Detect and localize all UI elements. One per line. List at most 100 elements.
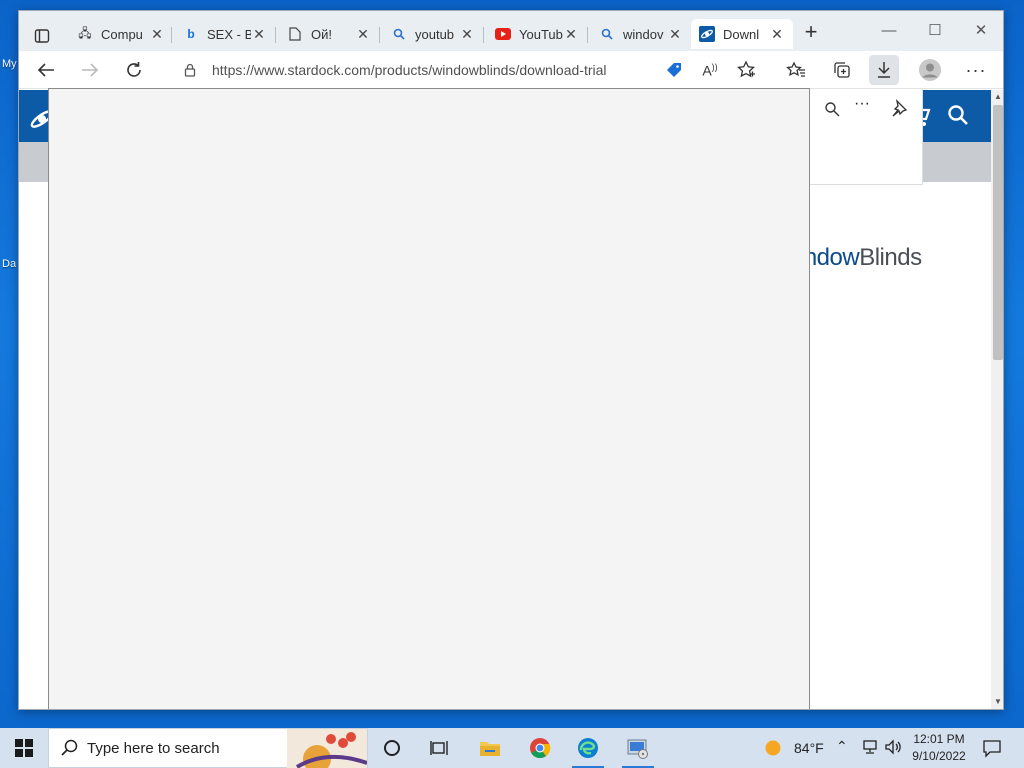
- notification-icon[interactable]: [982, 738, 1002, 758]
- tab-title: SEX - B: [207, 26, 251, 42]
- tab-actions-icon: [34, 29, 50, 43]
- close-tab-icon[interactable]: ✕: [251, 26, 267, 43]
- downloads-button[interactable]: [869, 55, 899, 85]
- youtube-icon: [495, 26, 511, 42]
- edge-icon: [578, 738, 598, 758]
- address-bar[interactable]: https://www.stardock.com/products/window…: [164, 55, 708, 85]
- search-icon: [61, 739, 78, 756]
- setup-app-button[interactable]: [614, 728, 662, 768]
- clock-time: 12:01 PM: [913, 732, 965, 746]
- browser-toolbar: https://www.stardock.com/products/window…: [19, 51, 1003, 89]
- tab-strip: 🖧 Compu ✕ b SEX - B ✕ Ой! ✕ youtub ✕ You…: [19, 11, 1003, 51]
- sun-icon: [765, 740, 781, 756]
- search-icon[interactable]: [824, 101, 840, 117]
- back-icon: [37, 63, 54, 77]
- profile-icon: [919, 59, 941, 81]
- tab-title: youtub: [415, 26, 455, 42]
- windowblinds-logo: indowBlinds: [799, 244, 922, 271]
- tab-download-active[interactable]: Downl ✕: [691, 19, 793, 49]
- collections-icon: [834, 62, 850, 78]
- downloads-panel-header: ···: [809, 89, 923, 185]
- forward-button[interactable]: [75, 55, 105, 85]
- tab-actions-button[interactable]: [27, 21, 57, 51]
- search-placeholder: Type here to search: [87, 739, 220, 757]
- search-icon: [391, 26, 407, 42]
- close-tab-icon[interactable]: ✕: [355, 26, 371, 43]
- close-tab-icon[interactable]: ✕: [563, 26, 579, 43]
- pin-icon[interactable]: [890, 99, 908, 117]
- more-icon: ···: [965, 59, 987, 80]
- downloads-flyout-blank: [48, 88, 810, 709]
- more-icon[interactable]: ···: [854, 95, 870, 113]
- tab-computer[interactable]: 🖧 Compu ✕: [69, 19, 173, 49]
- task-view-button[interactable]: [416, 728, 464, 768]
- downloads-icon: [878, 62, 890, 78]
- close-tab-icon[interactable]: ✕: [769, 26, 785, 43]
- close-window-button[interactable]: ✕: [959, 19, 1003, 43]
- cortana-button[interactable]: [368, 728, 416, 768]
- page-scrollbar[interactable]: ▲ ▼: [991, 90, 1003, 709]
- scroll-thumb[interactable]: [993, 105, 1003, 360]
- new-tab-button[interactable]: +: [799, 21, 823, 45]
- clock-date: 9/10/2022: [912, 749, 966, 763]
- tab-error[interactable]: Ой! ✕: [279, 19, 379, 49]
- maximize-button[interactable]: ☐: [913, 19, 957, 43]
- computer-icon: 🖧: [78, 25, 92, 40]
- volume-icon[interactable]: [884, 739, 902, 755]
- search-highlight-illustration-icon: [287, 729, 367, 768]
- refresh-button[interactable]: [119, 55, 149, 85]
- tag-icon[interactable]: [660, 55, 688, 85]
- collections-button[interactable]: [827, 55, 857, 85]
- forward-icon: [82, 63, 99, 77]
- tab-title: Downl: [723, 26, 760, 42]
- tab-windowblinds-search[interactable]: windov ✕: [591, 19, 691, 49]
- chrome-icon: [530, 738, 551, 759]
- favorites-button[interactable]: [781, 55, 811, 85]
- search-icon: [599, 26, 615, 42]
- task-view-icon: [430, 741, 448, 755]
- profile-button[interactable]: [915, 55, 945, 85]
- minimize-button[interactable]: —: [867, 19, 911, 43]
- close-tab-icon[interactable]: ✕: [149, 26, 165, 43]
- scroll-down-icon[interactable]: ▼: [991, 695, 1003, 709]
- refresh-icon: [127, 62, 141, 77]
- tab-title: windov: [623, 26, 664, 42]
- chevron-up-icon[interactable]: ⌃: [836, 738, 848, 755]
- page-icon: [287, 26, 303, 42]
- file-explorer-button[interactable]: [466, 728, 514, 768]
- system-clock[interactable]: 12:01 PM 9/10/2022: [906, 731, 972, 765]
- installer-icon: [627, 739, 648, 759]
- desktop-icon-label[interactable]: Da: [2, 258, 16, 270]
- tab-title: Compu: [101, 26, 143, 42]
- folder-icon: [480, 742, 500, 756]
- add-favorite-button[interactable]: [731, 55, 761, 85]
- weather-temp: 84°F: [794, 740, 824, 756]
- windows-icon: [15, 739, 33, 757]
- close-tab-icon[interactable]: ✕: [667, 26, 683, 43]
- chrome-button[interactable]: [516, 728, 564, 768]
- close-tab-icon[interactable]: ✕: [459, 26, 475, 43]
- desktop-icon-label[interactable]: My: [2, 58, 17, 70]
- lock-icon[interactable]: [176, 55, 204, 85]
- bing-icon: b: [187, 27, 195, 41]
- back-button[interactable]: [31, 55, 61, 85]
- read-aloud-button[interactable]: A)): [695, 55, 725, 85]
- tab-bing[interactable]: b SEX - B ✕: [175, 19, 275, 49]
- add-favorite-icon: [736, 60, 755, 78]
- start-button[interactable]: [0, 728, 48, 768]
- taskbar: Type here to search 84°F ⌃ 12:01 PM 9/10…: [0, 728, 1024, 768]
- cortana-icon: [384, 740, 400, 756]
- edge-button[interactable]: [564, 728, 612, 768]
- url-text[interactable]: https://www.stardock.com/products/window…: [212, 62, 607, 78]
- weather-widget[interactable]: 84°F: [764, 728, 824, 768]
- taskbar-search-box[interactable]: Type here to search: [48, 728, 368, 768]
- scroll-up-icon[interactable]: ▲: [991, 90, 1003, 104]
- more-options-button[interactable]: ···: [961, 55, 991, 85]
- tab-youtube[interactable]: YouTub ✕: [487, 19, 587, 49]
- network-icon[interactable]: [862, 739, 880, 755]
- tab-youtube-search[interactable]: youtub ✕: [383, 19, 483, 49]
- tab-title: Ой!: [311, 26, 332, 42]
- read-aloud-icon: A)): [702, 61, 718, 79]
- tab-title: YouTub: [519, 26, 563, 42]
- site-search-icon[interactable]: [947, 104, 969, 126]
